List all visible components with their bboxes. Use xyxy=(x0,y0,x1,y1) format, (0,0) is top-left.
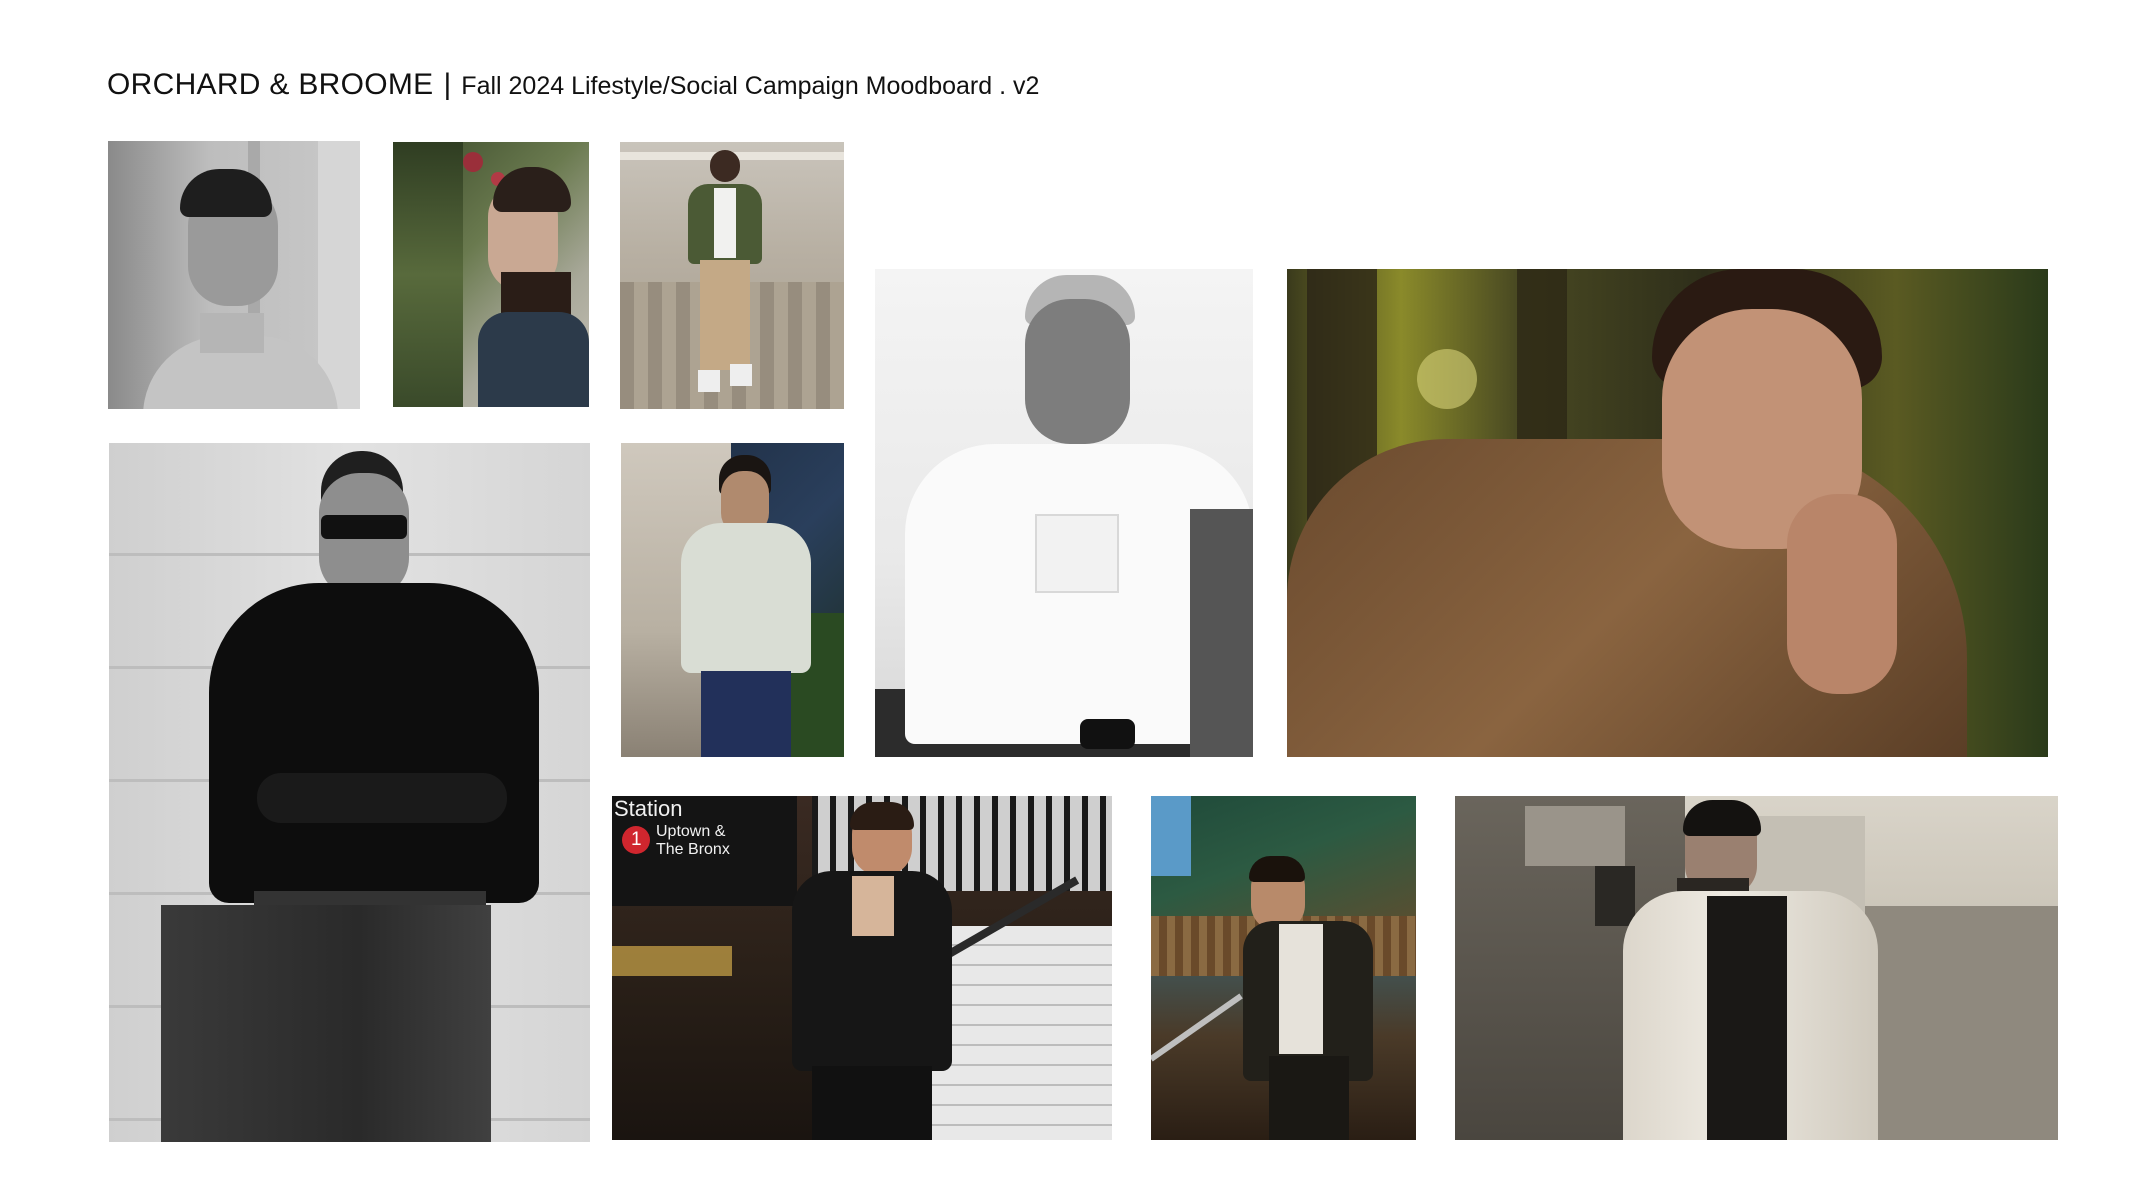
photo-bw-man-sweatshirt xyxy=(108,141,360,409)
brand-name: ORCHARD & BROOME xyxy=(107,68,434,101)
photo-bw-man-turtleneck-sunglasses xyxy=(109,443,590,1142)
subway-station-label: Station xyxy=(614,796,683,821)
title-separator: | xyxy=(443,68,452,101)
moodboard-subtitle: Fall 2024 Lifestyle/Social Campaign Mood… xyxy=(461,72,1040,100)
photo-man-brown-coat-autumn xyxy=(1287,269,2048,757)
photo-man-trench-coat-street xyxy=(1455,796,2058,1140)
subway-route-line2: The Bronx xyxy=(656,841,730,858)
photo-man-subway-station: Station 1 Uptown & The Bronx xyxy=(612,796,1112,1140)
photo-man-open-shirt-awning xyxy=(1151,796,1416,1140)
photo-man-tshirt-statue xyxy=(621,443,844,757)
subway-line-number: 1 xyxy=(631,829,642,850)
photo-man-cobblestone-street xyxy=(620,142,844,409)
photo-bw-man-white-tee xyxy=(875,269,1253,757)
photo-man-ivy-turtleneck xyxy=(393,142,589,407)
moodboard-title: ORCHARD & BROOME | Fall 2024 Lifestyle/S… xyxy=(107,68,1039,108)
subway-route-line1: Uptown & xyxy=(656,823,726,840)
